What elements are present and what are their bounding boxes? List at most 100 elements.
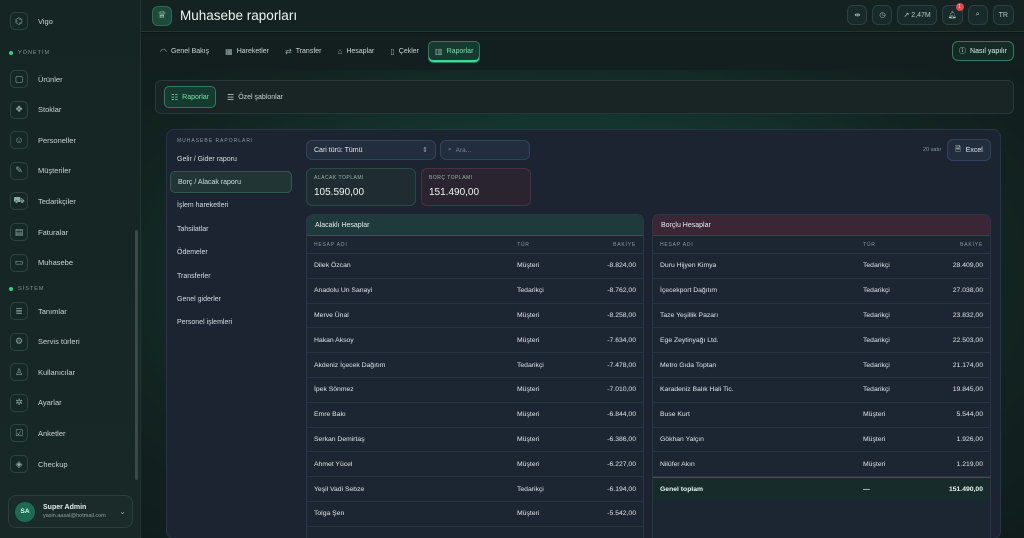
account-type: Tedarikçi (517, 287, 544, 295)
account-type: Tedarikçi (517, 361, 544, 369)
main-content: ☷ Raporlar ☰ Özel şablonlar MUHASEBE RAPOR… (141, 70, 1024, 538)
table-row[interactable]: Karadeniz Balık Hali Tic. Tedarikçi 19.845… (653, 378, 990, 403)
chevron-down-icon: ⌄ (119, 507, 126, 516)
search-button[interactable]: ⌕ (967, 5, 988, 25)
sidebar-item-tanımlar[interactable]: ≣ Tanımlar (10, 300, 132, 322)
table-row[interactable]: Ahmet Yücel Müşteri -6.227,00 (307, 452, 643, 478)
survey-icon: ☑ (10, 424, 28, 443)
account-name: Hakan Aksoy (314, 336, 354, 344)
table-row[interactable]: Buse Kurt Müşteri 5.544,00 (653, 403, 990, 428)
table-row[interactable]: Ege Zeytinyağı Ltd. Tedarikçi 22.503,00 (653, 328, 990, 354)
balance-value: 2,47M (911, 11, 931, 19)
table-row[interactable]: Nilüfer Akın Müşteri 1.219,00 (653, 452, 990, 478)
table-row[interactable]: İpek Sönmez Müşteri -7.010,00 (307, 378, 643, 403)
table-row[interactable]: Tolga Şen Müşteri -5.542,00 (307, 502, 643, 527)
tab-raporlar[interactable]: ▥ Raporlar (428, 40, 481, 63)
tab-genel-bakış[interactable]: ◠ Genel Bakış (153, 41, 216, 63)
account-name: Gökhan Yalçın (660, 435, 704, 443)
help-button[interactable]: ⓘ Nasıl yapılır (952, 41, 1014, 61)
debit-accounts-table: Borçlu Hesaplar HESAP ADI TÜR BAKİYE Duru … (652, 214, 991, 538)
report-nav-item[interactable]: İşlem hareketleri (170, 195, 292, 217)
sidebar-item-label: Vigo (38, 16, 53, 26)
report-nav-item[interactable]: Genel giderler (170, 288, 292, 310)
table-row[interactable]: Gökhan Yalçın Müşteri 1.926,00 (653, 428, 990, 453)
history-button[interactable]: ◷ (872, 5, 893, 25)
user-email: yasin.aasal@hotmail.com (43, 513, 106, 519)
search-icon: ⌕ (975, 11, 980, 18)
table-row[interactable]: İçecekport Dağıtım Tedarikçi 27.038,00 (653, 279, 990, 304)
account-balance: 23.832,00 (952, 311, 983, 319)
sidebar-item-müşteriler[interactable]: ✎ Müşteriler (10, 160, 132, 182)
tab-transfer[interactable]: ⇄ Transfer (278, 41, 329, 63)
table-row[interactable]: Yeşil Vadi Sebze Tedarikçi -6.194,00 (307, 477, 643, 502)
table-row[interactable]: Dilek Özcan Müşteri -8.824,00 (307, 254, 643, 279)
sidebar-item-servis-türleri[interactable]: ⚙ Servis türleri (10, 331, 132, 353)
table-row[interactable]: Serkan Demirtaş Müşteri -6.386,00 (307, 428, 643, 453)
sidebar-item-ürünler[interactable]: ▢ Ürünler (10, 68, 132, 90)
tab-çekler[interactable]: ▯ Çekler (383, 41, 426, 63)
tab-reports[interactable]: ☷ Raporlar (164, 86, 217, 108)
table-row[interactable]: Akdeniz İçecek Dağıtım Tedarikçi -7.478,00 (307, 353, 643, 378)
file-icon: 🗎︎ (955, 145, 961, 153)
sidebar-item-personeller[interactable]: ☺ Personeller (10, 129, 132, 151)
table-row[interactable]: Merve Ünal Müşteri -8.258,00 (307, 304, 643, 329)
table-row[interactable]: Emre Bakı Müşteri -6.844,00 (307, 403, 643, 428)
report-nav-item[interactable]: Transferler (170, 265, 292, 287)
notifications-button[interactable]: 🔔︎ 1 (941, 3, 964, 25)
sidebar-item-muhasebe[interactable]: ▭ Muhasebe (10, 252, 132, 274)
sidebar-item-vigo[interactable]: ⌬ Vigo (10, 10, 132, 32)
report-nav-item[interactable]: Ödemeler (170, 242, 292, 264)
sidebar-item-label: Ürünler (38, 74, 63, 84)
sidebar: ⌬ Vigo YÖNETİM ▢ Ürünler ❖ Stoklar ☺ Personel… (0, 0, 141, 538)
report-nav-item[interactable]: Borç / Alacak raporu (170, 171, 292, 194)
chart-icon: ▥ (435, 47, 443, 56)
user-menu[interactable]: SA Super Admin yasin.aasal@hotmail.com ⌄ (8, 495, 133, 528)
account-name: Akdeniz İçecek Dağıtım (314, 361, 386, 369)
table-row[interactable]: Taze Yeşillik Pazarı Tedarikçi 23.832,00 (653, 304, 990, 329)
sidebar-item-ayarlar[interactable]: ✲ Ayarlar (10, 392, 132, 414)
sidebar-scrollbar[interactable] (135, 230, 138, 480)
search-input[interactable]: ⌕ Ara... (440, 140, 530, 160)
tab-hesaplar[interactable]: ⌂ Hesaplar (331, 41, 382, 63)
tab-custom-templates[interactable]: ☰ Özel şablonlar (220, 86, 290, 108)
sidebar-item-anketler[interactable]: ☑ Anketler (10, 422, 132, 444)
sidebar-item-checkup[interactable]: ◈ Checkup (10, 453, 132, 475)
collapse-icon: ⇹ (854, 12, 861, 19)
credit-summary-card: ALACAK TOPLAMI 105.590,00 (306, 168, 416, 206)
account-name: Dilek Özcan (314, 262, 351, 270)
tab-hareketler[interactable]: ▦ Hareketler (218, 41, 276, 63)
account-type: Müşteri (863, 460, 886, 468)
sidebar-item-label: Stoklar (38, 105, 62, 115)
report-nav-item[interactable]: Tahsilatlar (170, 218, 292, 240)
language-button[interactable]: TR (992, 5, 1014, 25)
account-type: Müşteri (517, 386, 540, 394)
account-name: Ege Zeytinyağı Ltd. (660, 336, 719, 344)
users-icon: ☺ (10, 131, 28, 150)
notification-badge: 1 (955, 3, 964, 11)
account-balance: 19.845,00 (952, 386, 983, 394)
checkup-icon: ◈ (10, 455, 28, 473)
table-row[interactable]: Duru Hijyen Kimya Tedarikçi 28.409,00 (653, 254, 990, 279)
account-balance: -6.227,00 (607, 460, 636, 468)
sidebar-item-kullanıcılar[interactable]: ♙ Kullanıcılar (10, 361, 132, 383)
sidebar-item-label: Ayarlar (38, 398, 62, 408)
balance-button[interactable]: ↗ 2,47M (897, 5, 937, 25)
sidebar-item-tedarikçiler[interactable]: ⛟ Tedarikçiler (10, 190, 132, 212)
excel-export-button[interactable]: 🗎︎ Excel (947, 139, 991, 161)
table-row[interactable]: Anadolu Un Sanayi Tedarikçi -8.762,00 (307, 279, 643, 304)
table-row[interactable]: Metro Gıda Toptan Tedarikçi 21.174,00 (653, 353, 990, 378)
search-icon: ⌕ (448, 146, 452, 153)
sidebar-item-faturalar[interactable]: ▤ Faturalar (10, 221, 132, 243)
account-name: İpek Sönmez (314, 386, 354, 394)
account-type: Müşteri (517, 262, 540, 270)
account-type: Müşteri (517, 311, 540, 319)
sidebar-item-stoklar[interactable]: ❖ Stoklar (10, 99, 132, 121)
collapse-button[interactable]: ⇹ (847, 5, 868, 25)
account-type: Tedarikçi (863, 287, 890, 295)
account-balance: -6.194,00 (607, 485, 636, 493)
report-nav-item[interactable]: Gelir / Gider raporu (170, 148, 292, 170)
account-name: Tolga Şen (314, 510, 345, 518)
report-nav-item[interactable]: Personel işlemleri (170, 312, 292, 334)
account-type-select[interactable]: Cari türü: Tümü ⇕ (306, 140, 436, 160)
table-row[interactable]: Hakan Aksoy Müşteri -7.634,00 (307, 328, 643, 354)
